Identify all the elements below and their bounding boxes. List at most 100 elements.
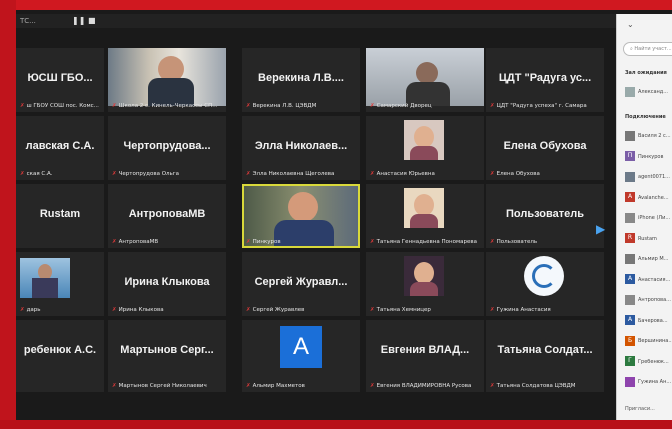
participant-list-item[interactable]: A Avalanche... [625, 192, 672, 204]
participant-tile[interactable]: Елена Обухова ✗ Елена Обухова [486, 116, 604, 180]
participant-tile[interactable]: ребенюк А.С. [16, 320, 104, 392]
avatar: R [625, 233, 635, 243]
avatar [625, 253, 635, 264]
video-gallery-grid: ЮСШ ГБО... ✗ ш ГБОУ СОШ пос. Комс... ✗ Школа… [16, 40, 616, 420]
avatar: A [625, 315, 635, 325]
participant-tile[interactable]: ЦДТ "Радуга ус... ✗ ЦДТ "Радуга успеха" г.… [486, 48, 604, 112]
avatar [625, 171, 635, 182]
participant-tile[interactable]: АнтроповаМВ ✗ АнтроповаМВ [108, 184, 226, 248]
participant-tile[interactable]: Евгения ВЛАД... ✗ Евгения ВЛАДИМИРОВНА Рус… [366, 320, 484, 392]
red-frame-left [0, 0, 16, 429]
pause-stop-icons[interactable]: ❚❚ ■ [72, 14, 96, 28]
next-page-arrow-icon[interactable]: ▶ [596, 222, 605, 236]
avatar: A [280, 326, 322, 368]
participant-label: ✗ Татьяна Геннадьевна Пономарева [370, 239, 477, 245]
participant-video [20, 258, 70, 298]
participant-tile[interactable]: Ирина Клыкова ✗ Ирина Клыкова [108, 252, 226, 316]
participant-tile[interactable]: ✗ Татьяна Хемницер [366, 252, 484, 316]
avatar: A [625, 192, 635, 202]
participant-label: ✗ Пинкуров [246, 239, 281, 245]
participant-tile[interactable]: Татьяна Солдат... ✗ Татьяна Солдатова ЦЭВД… [486, 320, 604, 392]
participant-label: ✗ Гужина Анастасия [490, 307, 551, 313]
participant-name: Василя 2 с... [638, 133, 671, 139]
participant-video [366, 48, 484, 106]
participant-list-item[interactable]: Г Гребенюк... [625, 356, 672, 368]
participant-display-name: АнтроповаМВ [128, 208, 206, 220]
participant-label: ✗ Школа 2 с. Кинель-Черкассы СП... [112, 103, 217, 109]
participant-list-item[interactable]: iPhone (Ли... [625, 212, 672, 224]
muted-mic-icon: ✗ [370, 239, 375, 245]
meeting-topbar: ТС... ❚❚ ■ [16, 14, 616, 28]
muted-mic-icon: ✗ [490, 239, 495, 245]
participant-tile[interactable]: Сергей Журавл... ✗ Сергей Журавлев [242, 252, 360, 316]
participant-display-name: Елена Обухова [503, 140, 587, 152]
participant-video [404, 188, 444, 228]
participant-tile[interactable]: ✗ Гужина Анастасия [486, 252, 604, 316]
participant-label: ✗ дарь [20, 307, 41, 313]
connected-heading: Подключение [625, 114, 666, 120]
participant-list-item[interactable]: Альмир М... [625, 253, 672, 265]
participant-list-item[interactable]: Василя 2 с... [625, 130, 672, 142]
participant-name: Антропова... [638, 297, 671, 303]
participant-list-item[interactable]: Б Вершинина... [625, 335, 672, 347]
participant-tile[interactable]: ✗ Анастасия Юрьевна [366, 116, 484, 180]
muted-mic-icon: ✗ [370, 383, 375, 389]
window-title: ТС... [20, 17, 36, 25]
participant-list-item[interactable]: agent0071... [625, 171, 672, 183]
participant-tile[interactable]: ✗ Школа 2 с. Кинель-Черкассы СП... [108, 48, 226, 112]
participant-tile[interactable]: Чертопрудова... ✗ Чертопрудова Ольга [108, 116, 226, 180]
participant-label-text: Альмир Махметов [252, 383, 305, 389]
participant-label: ✗ Самарский Дворец [370, 103, 432, 109]
participant-tile[interactable]: ✗ Пинкуров [242, 184, 360, 248]
waiting-participant[interactable]: Александ... [625, 86, 672, 98]
muted-mic-icon: ✗ [20, 307, 25, 313]
participant-list-item[interactable]: Гужина Ан... [625, 376, 672, 388]
participant-tile[interactable]: A ✗ Альмир Махметов [242, 320, 360, 392]
participant-label-text: Татьяна Геннадьевна Пономарева [376, 239, 477, 245]
participant-tile[interactable]: лавская С.А. ✗ ская С.А. [16, 116, 104, 180]
participant-tile[interactable]: Rustam [16, 184, 104, 248]
participant-name: Александ... [638, 89, 669, 95]
muted-mic-icon: ✗ [246, 307, 251, 313]
avatar: П [625, 151, 635, 161]
participant-list-item[interactable]: Антропова... [625, 294, 672, 306]
participant-label: ✗ Анастасия Юрьевна [370, 171, 435, 177]
participant-name: Бачерова... [638, 317, 668, 324]
participant-tile[interactable]: ✗ Самарский Дворец [366, 48, 484, 112]
waiting-room-heading: Зал ожидания [625, 70, 667, 76]
invite-button[interactable]: Пригласи... [625, 406, 655, 412]
participant-label-text: Школа 2 с. Кинель-Черкассы СП... [118, 103, 218, 109]
participant-name: Анастасия... [638, 276, 671, 283]
participant-list-item[interactable]: A Бачерова... [625, 315, 672, 327]
avatar [625, 130, 635, 141]
participant-tile[interactable]: Элла Николаев... ✗ Элла Николаевна Щеголев… [242, 116, 360, 180]
participant-list-item[interactable]: A Анастасия... [625, 274, 672, 286]
muted-mic-icon: ✗ [370, 307, 375, 313]
participant-tile[interactable]: Мартынов Серг... ✗ Мартынов Сергей Николае… [108, 320, 226, 392]
participant-list-item[interactable]: R Rustam [625, 233, 672, 245]
participant-tile[interactable]: Верекина Л.В.... ✗ Верекина Л.В. ЦЭВДМ [242, 48, 360, 112]
chevron-down-icon[interactable]: ⌄ [627, 20, 634, 29]
participant-label-text: Самарский Дворец [376, 103, 432, 109]
muted-mic-icon: ✗ [112, 103, 117, 109]
search-placeholder: Найти участ... [634, 46, 672, 52]
participant-video [404, 120, 444, 160]
participant-label: ✗ АнтроповаМВ [112, 239, 158, 245]
participant-tile[interactable]: ✗ Татьяна Геннадьевна Пономарева [366, 184, 484, 248]
participant-search-input[interactable]: ⌕ Найти участ... [623, 42, 672, 56]
participant-tile[interactable]: ЮСШ ГБО... ✗ ш ГБОУ СОШ пос. Комс... [16, 48, 104, 112]
avatar [625, 212, 635, 223]
participant-list-item[interactable]: П Пинкуров [625, 151, 672, 163]
muted-mic-icon: ✗ [490, 307, 495, 313]
participant-label-text: Пользователь [496, 239, 538, 245]
participant-label-text: Пинкуров [252, 239, 281, 245]
participant-name: iPhone (Ли... [638, 215, 671, 221]
participant-tile[interactable]: ✗ дарь [16, 252, 104, 316]
participant-name: Альмир М... [638, 256, 669, 262]
participant-label: ✗ Елена Обухова [490, 171, 540, 177]
muted-mic-icon: ✗ [112, 171, 117, 177]
muted-mic-icon: ✗ [490, 103, 495, 109]
participant-display-name: лавская С.А. [25, 140, 95, 152]
participant-display-name: Сергей Журавл... [254, 276, 348, 288]
participant-tile[interactable]: Пользователь ✗ Пользователь [486, 184, 604, 248]
